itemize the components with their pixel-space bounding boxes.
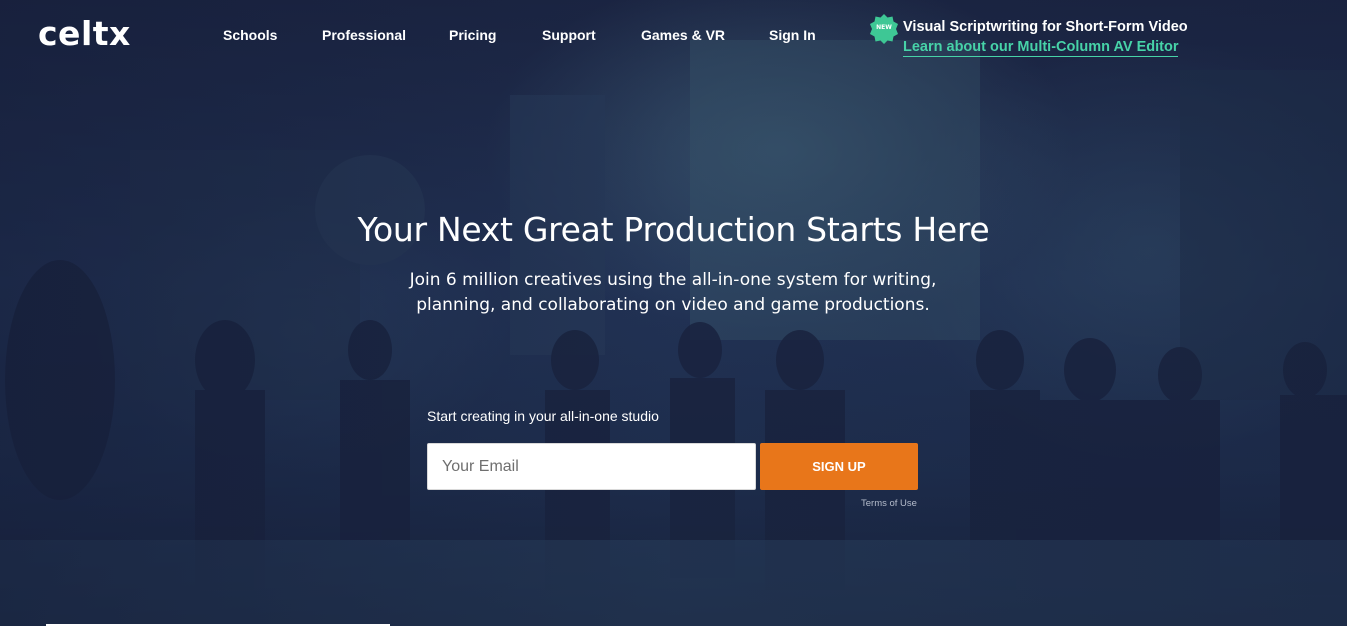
nav-item-pricing[interactable]: Pricing [449,27,496,43]
announcement-title: Visual Scriptwriting for Short-Form Vide… [903,19,1188,35]
sign-up-button[interactable]: SIGN UP [760,443,918,490]
new-badge-icon: NEW [869,14,899,44]
nav-item-professional[interactable]: Professional [322,27,406,43]
nav-item-support[interactable]: Support [542,27,596,43]
terms-of-use-link[interactable]: Terms of Use [861,498,917,509]
nav-item-schools[interactable]: Schools [223,27,277,43]
av-editor-link[interactable]: Learn about our Multi-Column AV Editor [903,38,1179,57]
signup-label: Start creating in your all-in-one studio [427,408,659,424]
celtx-logo[interactable]: celtx [38,14,131,53]
nav-item-games-vr[interactable]: Games & VR [641,27,725,43]
hero-headline: Your Next Great Production Starts Here [357,210,990,249]
hero-subheadline: Join 6 million creatives using the all-i… [409,270,937,315]
email-input[interactable] [427,443,756,490]
new-badge-text: NEW [876,24,892,31]
nav-item-sign-in[interactable]: Sign In [769,27,816,43]
